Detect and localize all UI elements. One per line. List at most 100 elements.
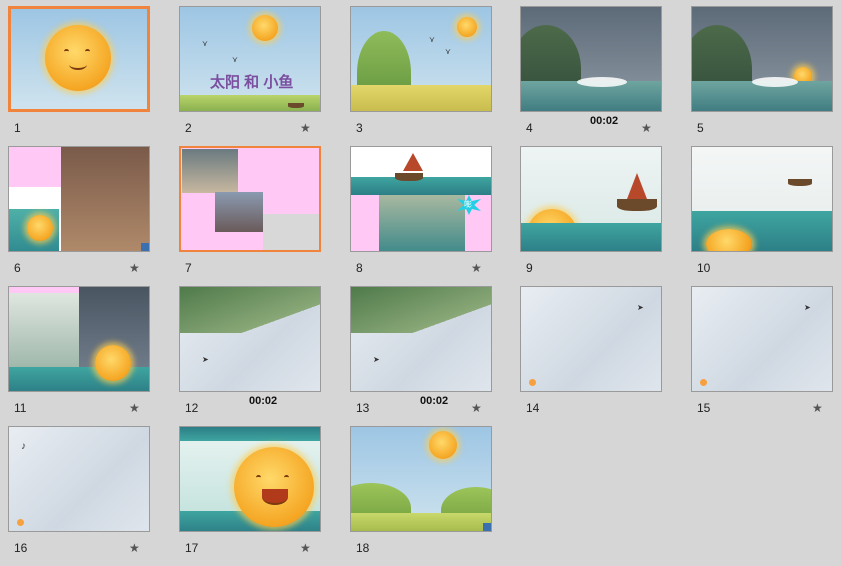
slide-thumbnail-7[interactable]: 7 — [179, 146, 351, 286]
sun-image — [706, 229, 752, 251]
slide-thumbnail-12[interactable]: ➤ 12 00:02 — [179, 286, 351, 426]
media-icon — [483, 523, 491, 531]
slide-number: 4 — [526, 121, 533, 135]
slide-preview: ⋎ ⋎ — [350, 6, 492, 112]
slide-thumbnail-17[interactable]: 17 ★ — [179, 426, 351, 566]
slide-number: 9 — [526, 261, 533, 275]
grass-bank-image — [351, 287, 491, 333]
small-sun-image — [529, 379, 536, 386]
slide-thumbnail-13[interactable]: ➤ 13 00:02 ★ — [350, 286, 522, 426]
slide-preview — [8, 6, 150, 112]
slide-number: 13 — [356, 401, 370, 415]
slide-thumbnail-10[interactable]: 10 — [691, 146, 841, 286]
slide-preview — [179, 146, 321, 252]
surprised-sun-image — [95, 345, 131, 381]
boat-image — [617, 199, 657, 211]
small-sun-image — [17, 519, 24, 526]
media-icon — [141, 243, 149, 251]
boat-image — [395, 173, 423, 181]
slide-thumbnail-1[interactable]: 1 — [8, 6, 180, 146]
slide-sorter-view: { "slides": [ {"number": "1", "timing": … — [0, 0, 841, 559]
smiling-sun-image — [45, 25, 111, 91]
crane-image: ⋎ — [429, 35, 435, 44]
slide-preview — [691, 146, 833, 252]
slide-preview — [8, 146, 150, 252]
slide-preview — [691, 6, 833, 112]
small-fish-image: ♪ — [21, 441, 26, 452]
small-sun-image — [700, 379, 707, 386]
slide-preview — [8, 286, 150, 392]
animation-star-icon[interactable]: ★ — [129, 262, 140, 274]
villagers-image — [61, 147, 149, 251]
boat-image — [288, 103, 304, 108]
sun-image — [252, 15, 278, 41]
slide-preview — [520, 6, 662, 112]
burst-text: 嘭 — [464, 200, 472, 209]
slide-number: 10 — [697, 261, 711, 275]
slide-thumbnail-3[interactable]: ⋎ ⋎ 3 — [350, 6, 522, 146]
animation-star-icon[interactable]: ★ — [129, 402, 140, 414]
animation-star-icon[interactable]: ★ — [812, 402, 823, 414]
slide-number: 5 — [697, 121, 704, 135]
slide-number: 11 — [14, 401, 27, 415]
sun-image — [27, 215, 53, 241]
slide-preview: ♪ — [8, 426, 150, 532]
slide-timing: 00:02 — [420, 395, 449, 407]
photo-image — [215, 192, 263, 232]
animation-star-icon[interactable]: ★ — [641, 122, 652, 134]
slide-preview — [520, 146, 662, 252]
laughing-sun-image — [234, 447, 314, 527]
slide-number: 15 — [697, 401, 711, 415]
sun-image — [457, 17, 477, 37]
slide-thumbnail-18[interactable]: 18 — [350, 426, 522, 566]
slide-number: 6 — [14, 261, 21, 275]
slide-number: 12 — [185, 401, 199, 415]
slide-number: 14 — [526, 401, 540, 415]
slide-number: 16 — [14, 541, 28, 555]
slide-thumbnail-2[interactable]: ⋎ ⋎ 太阳 和 小鱼 2 ★ — [179, 6, 351, 146]
slide-preview: 嘭 — [350, 146, 492, 252]
slide-thumbnail-14[interactable]: ➤ 14 — [520, 286, 692, 426]
sun-image — [429, 431, 457, 459]
animation-star-icon[interactable]: ★ — [471, 402, 482, 414]
slide-preview — [350, 426, 492, 532]
crane-image: ⋎ — [232, 55, 238, 64]
grass-bank-image — [180, 287, 320, 333]
yak-image — [263, 214, 319, 250]
slide-number: 1 — [14, 121, 21, 135]
boat-image — [788, 179, 812, 186]
small-fish-image: ➤ — [637, 303, 644, 312]
slide-timing: 00:02 — [249, 395, 278, 407]
slide-number: 17 — [185, 541, 199, 555]
slide-preview: ➤ — [691, 286, 833, 392]
slide-thumbnail-16[interactable]: ♪ 16 ★ — [8, 426, 180, 566]
slide-number: 3 — [356, 121, 363, 135]
slide-thumbnail-15[interactable]: ➤ 15 ★ — [691, 286, 841, 426]
slide-preview: ➤ — [520, 286, 662, 392]
slide-number: 2 — [185, 121, 192, 135]
small-fish-image: ➤ — [804, 303, 811, 312]
slide-preview: ⋎ ⋎ 太阳 和 小鱼 — [179, 6, 321, 112]
animation-star-icon[interactable]: ★ — [300, 542, 311, 554]
slide-thumbnail-11[interactable]: 11 ★ — [8, 286, 180, 426]
slide-thumbnail-9[interactable]: 9 — [520, 146, 692, 286]
slide-number: 18 — [356, 541, 370, 555]
crane-image: ⋎ — [445, 47, 451, 56]
slide-thumbnail-5[interactable]: 5 — [691, 6, 841, 146]
animation-star-icon[interactable]: ★ — [300, 122, 311, 134]
slide-preview: ➤ — [179, 286, 321, 392]
slide-number: 8 — [356, 261, 363, 275]
small-fish-image: ➤ — [373, 355, 380, 364]
small-fish-image: ➤ — [202, 355, 209, 364]
slide-timing: 00:02 — [590, 115, 619, 127]
slide-thumbnail-8[interactable]: 嘭 8 ★ — [350, 146, 522, 286]
slide-preview — [179, 426, 321, 532]
slide-number: 7 — [185, 261, 192, 275]
crane-image: ⋎ — [202, 39, 208, 48]
animation-star-icon[interactable]: ★ — [129, 542, 140, 554]
slide-thumbnail-6[interactable]: 6 ★ — [8, 146, 180, 286]
slide-thumbnail-4[interactable]: 4 00:02 ★ — [520, 6, 692, 146]
animation-star-icon[interactable]: ★ — [471, 262, 482, 274]
slide-preview: ➤ — [350, 286, 492, 392]
slide-title-text: 太阳 和 小鱼 — [210, 74, 294, 91]
